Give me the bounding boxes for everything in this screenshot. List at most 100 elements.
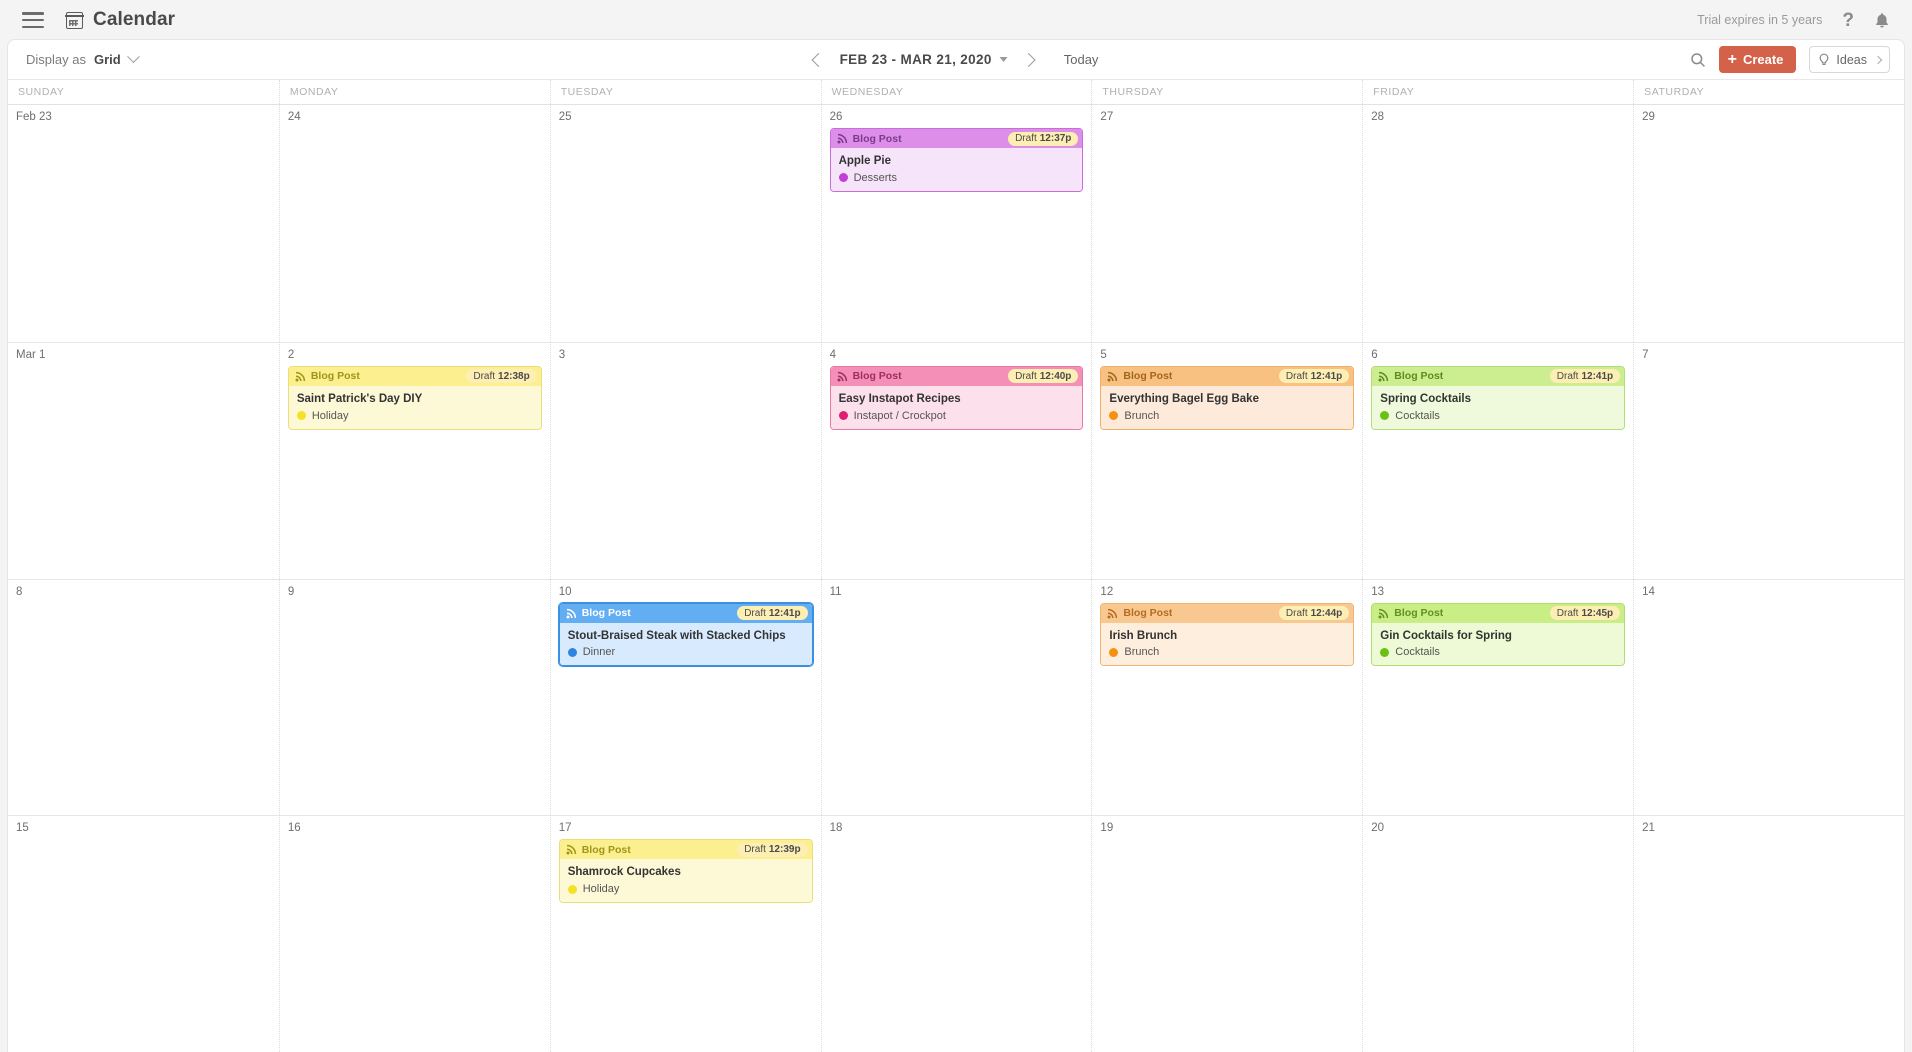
event-card-header: Blog PostDraft12:41p (1372, 367, 1624, 386)
day-cell[interactable]: 21 (1633, 815, 1904, 1052)
event-category: Holiday (297, 410, 533, 422)
day-cell[interactable]: 28 (1362, 105, 1633, 342)
day-number: 21 (1642, 822, 1896, 834)
calendar-event-card[interactable]: Blog PostDraft12:40pEasy Instapot Recipe… (830, 366, 1084, 430)
rss-icon (566, 608, 577, 619)
today-button[interactable]: Today (1064, 52, 1099, 67)
day-number: 18 (830, 822, 1084, 834)
day-cell[interactable]: 24 (279, 105, 550, 342)
weekday-header-sunday: SUNDAY (8, 80, 279, 104)
event-time-label: 12:38p (498, 371, 530, 382)
day-cell[interactable]: Mar 1 (8, 342, 279, 579)
event-title: Saint Patrick's Day DIY (297, 392, 533, 407)
category-color-dot (1109, 411, 1118, 420)
day-number: 12 (1100, 586, 1354, 598)
calendar-event-card[interactable]: Blog PostDraft12:37pApple PieDesserts (830, 128, 1084, 192)
event-time-label: 12:45p (1581, 608, 1613, 619)
weekday-header-row: SUNDAYMONDAYTUESDAYWEDNESDAYTHURSDAYFRID… (8, 80, 1904, 105)
event-status-label: Draft (1015, 133, 1037, 144)
create-button[interactable]: + Create (1719, 46, 1797, 73)
event-category: Instapot / Crockpot (839, 410, 1075, 422)
day-cell[interactable]: 7 (1633, 342, 1904, 579)
day-cell[interactable]: 25 (550, 105, 821, 342)
calendar-grid: Feb 23 24 25 26 Blog PostDraft12:37pApple Pi… (8, 105, 1904, 1052)
weekday-header-tuesday: TUESDAY (550, 80, 821, 104)
day-cell[interactable]: 26 Blog PostDraft12:37pApple PieDesserts (821, 105, 1092, 342)
category-color-dot (568, 885, 577, 894)
event-category-label: Brunch (1124, 410, 1159, 422)
calendar-event-card[interactable]: Blog PostDraft12:45pGin Cocktails for Sp… (1371, 603, 1625, 667)
event-category-label: Desserts (854, 172, 897, 184)
day-cell[interactable]: 4Blog PostDraft12:40pEasy Instapot Recip… (821, 342, 1092, 579)
day-cell[interactable]: 16 (279, 815, 550, 1052)
day-cell[interactable]: Feb 23 (8, 105, 279, 342)
day-cell[interactable]: 5Blog PostDraft12:41pEverything Bagel Eg… (1091, 342, 1362, 579)
next-period-icon[interactable] (1022, 52, 1036, 66)
event-category-label: Holiday (583, 883, 620, 895)
day-cell[interactable]: 8 (8, 579, 279, 816)
day-cell[interactable]: 10Blog PostDraft12:41pStout-Braised Stea… (550, 579, 821, 816)
chevron-down-icon[interactable] (127, 50, 140, 63)
day-number: 24 (288, 111, 542, 123)
day-number: 25 (559, 111, 813, 123)
event-time-label: 12:41p (1581, 371, 1613, 382)
status-badge: Draft12:39p (737, 843, 807, 857)
event-category-label: Dinner (583, 646, 615, 658)
status-badge: Draft12:41p (1550, 369, 1620, 383)
day-number: 15 (16, 822, 271, 834)
calendar-event-card[interactable]: Blog Post Draft12:39p Shamrock CupcakesHol… (559, 839, 813, 903)
day-cell[interactable]: 20 (1362, 815, 1633, 1052)
event-type-label: Blog Post (582, 844, 631, 856)
event-type-label: Blog Post (582, 607, 631, 619)
ideas-button[interactable]: Ideas (1809, 46, 1890, 73)
calendar-event-card[interactable]: Blog Post Draft12:41p Stout-Braised Steak … (559, 603, 813, 667)
help-icon[interactable]: ? (1842, 11, 1854, 30)
search-icon[interactable] (1690, 52, 1706, 68)
hamburger-menu-icon[interactable] (22, 12, 44, 28)
status-badge: Draft12:41p (737, 606, 807, 620)
category-color-dot (839, 173, 848, 182)
previous-period-icon[interactable] (811, 52, 825, 66)
calendar-event-card[interactable]: Blog PostDraft12:44pIrish BrunchBrunch (1100, 603, 1354, 667)
day-cell[interactable]: 27 (1091, 105, 1362, 342)
event-card-header: Blog PostDraft12:44p (1101, 604, 1353, 623)
day-cell[interactable]: 18 (821, 815, 1092, 1052)
date-range-caret-icon[interactable] (1000, 57, 1008, 62)
date-range-label[interactable]: FEB 23 - MAR 21, 2020 (840, 52, 992, 67)
day-cell[interactable]: 14 (1633, 579, 1904, 816)
day-number: 8 (16, 586, 271, 598)
event-title: Stout-Braised Steak with Stacked Chips (568, 629, 804, 644)
event-card-header: Blog PostDraft12:40p (831, 367, 1083, 386)
event-time-label: 12:41p (1311, 371, 1343, 382)
day-cell[interactable]: 9 (279, 579, 550, 816)
calendar-event-card[interactable]: Blog PostDraft12:41pSpring CocktailsCock… (1371, 366, 1625, 430)
rss-icon (1107, 371, 1118, 382)
calendar-event-card[interactable]: Blog PostDraft12:38pSaint Patrick's Day … (288, 366, 542, 430)
day-cell[interactable]: 6Blog PostDraft12:41pSpring CocktailsCoc… (1362, 342, 1633, 579)
day-cell[interactable]: 13Blog PostDraft12:45pGin Cocktails for … (1362, 579, 1633, 816)
weekday-header-monday: MONDAY (279, 80, 550, 104)
day-cell[interactable]: 2Blog PostDraft12:38pSaint Patrick's Day… (279, 342, 550, 579)
day-cell[interactable]: 11 (821, 579, 1092, 816)
category-color-dot (839, 411, 848, 420)
day-cell[interactable]: 3 (550, 342, 821, 579)
event-category-label: Brunch (1124, 646, 1159, 658)
rss-icon (1378, 608, 1389, 619)
calendar-event-card[interactable]: Blog PostDraft12:41pEverything Bagel Egg… (1100, 366, 1354, 430)
event-card-body: Shamrock CupcakesHoliday (560, 859, 812, 902)
trial-status-text: Trial expires in 5 years (1697, 13, 1822, 27)
day-cell[interactable]: 12 Blog PostDraft12:44pIrish BrunchBrunch (1091, 579, 1362, 816)
day-number: 7 (1642, 349, 1896, 361)
day-cell[interactable]: 19 (1091, 815, 1362, 1052)
day-number: 16 (288, 822, 542, 834)
event-time-label: 12:44p (1311, 608, 1343, 619)
day-cell[interactable]: 15 (8, 815, 279, 1052)
day-number: 26 (830, 111, 1084, 123)
display-as-value[interactable]: Grid (94, 52, 121, 67)
bell-icon[interactable] (1874, 12, 1890, 29)
event-category: Brunch (1109, 646, 1345, 658)
day-cell[interactable]: 17Blog PostDraft12:39pShamrock CupcakesH… (550, 815, 821, 1052)
day-cell[interactable]: 29 (1633, 105, 1904, 342)
event-time-label: 12:37p (1040, 133, 1072, 144)
rss-icon (566, 844, 577, 855)
